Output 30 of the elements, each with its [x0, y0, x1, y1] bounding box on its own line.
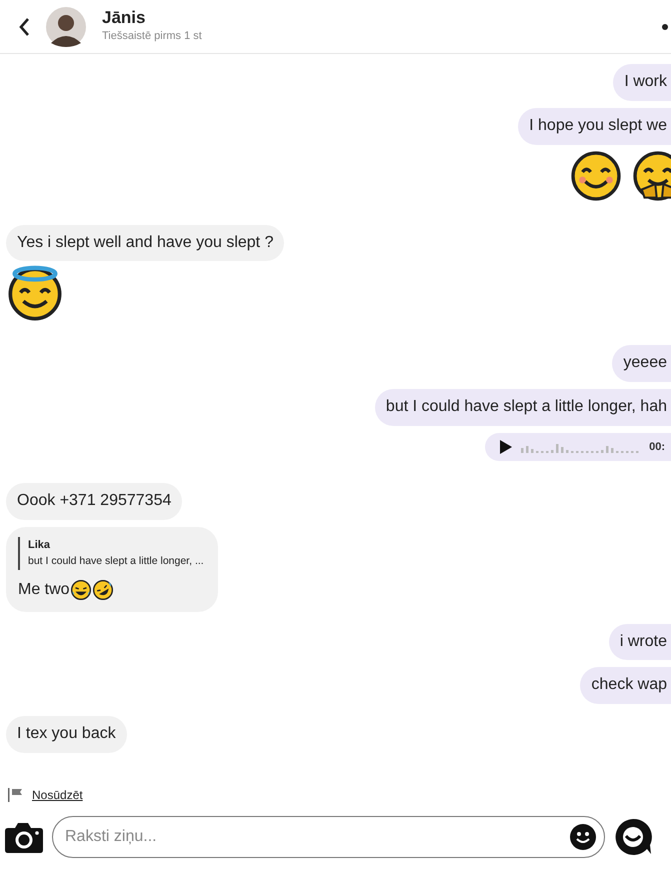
message-bubble: i wrote — [608, 624, 671, 660]
waveform-icon — [521, 441, 642, 454]
voice-message[interactable]: 00: — [485, 432, 671, 462]
message-bubble: I work — [613, 64, 671, 101]
message-field[interactable]: Raksti ziņu... — [52, 816, 605, 858]
laughing-face-icon — [70, 578, 92, 601]
more-icon[interactable] — [661, 22, 669, 30]
camera-icon[interactable] — [4, 820, 44, 854]
message-bubble: I tex you back — [6, 716, 127, 753]
rolling-laughing-face-icon — [92, 578, 114, 601]
message-bubble: but I could have slept a little longer, hah — [374, 389, 671, 426]
online-status: Tiešsaistē pirms 1 st — [102, 28, 203, 44]
voice-duration: 00: — [649, 440, 665, 455]
message-text: Me two — [18, 580, 70, 600]
message-bubble: yeeee — [612, 345, 671, 382]
emoji-icon[interactable] — [569, 823, 597, 851]
contact-name: Jānis — [102, 8, 146, 28]
play-icon[interactable] — [499, 439, 514, 456]
quote-text: but I could have slept a little longer, ... — [28, 554, 204, 569]
report-flag-icon — [8, 788, 24, 802]
back-icon[interactable] — [18, 16, 30, 36]
report-link[interactable]: Nosūdzēt — [32, 786, 83, 804]
chat-bubble-icon[interactable] — [613, 817, 653, 857]
quote-author: Lika — [28, 538, 52, 554]
message-bubble: Oook +371 29577354 — [6, 483, 182, 520]
message-bubble: check wap — [580, 667, 671, 704]
hugging-face-icon — [631, 148, 671, 203]
message-bubble: I hope you slept we — [518, 108, 671, 145]
message-bubble: Yes i slept well and have you slept ? — [6, 224, 284, 262]
avatar — [46, 6, 86, 46]
